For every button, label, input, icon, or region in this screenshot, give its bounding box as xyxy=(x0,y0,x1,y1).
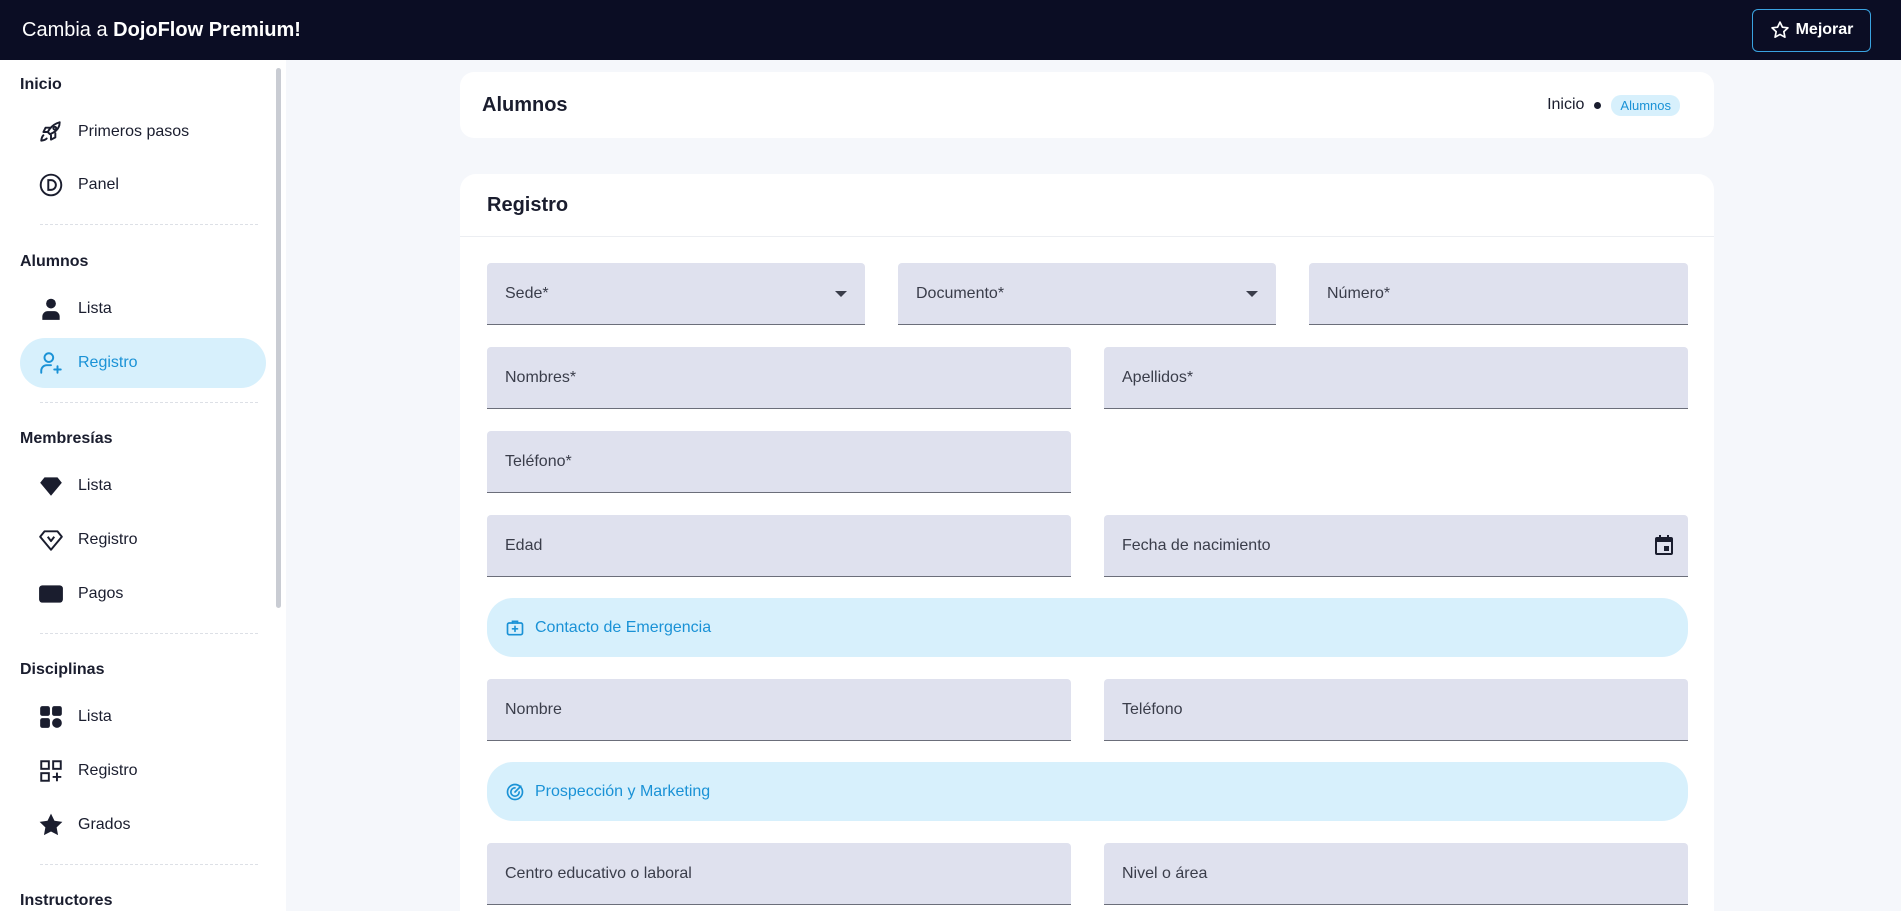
premium-banner-title: Cambia a DojoFlow Premium! xyxy=(22,18,301,41)
nivel-area-input[interactable]: Nivel o área xyxy=(1104,843,1688,905)
upgrade-button[interactable]: Mejorar xyxy=(1752,8,1871,52)
sede-select[interactable]: Sede* xyxy=(487,263,865,325)
contacto-nombre-input[interactable]: Nombre xyxy=(487,679,1071,741)
breadcrumb-current: Alumnos xyxy=(1611,94,1680,116)
diamond-outline-icon xyxy=(39,530,63,551)
user-icon xyxy=(42,298,60,320)
sidebar-item-membresias-lista[interactable]: Lista xyxy=(20,461,266,511)
apellidos-input[interactable]: Apellidos* xyxy=(1104,347,1688,409)
documento-select[interactable]: Documento* xyxy=(898,263,1276,325)
user-plus-icon xyxy=(40,352,62,374)
centro-educativo-input[interactable]: Centro educativo o laboral xyxy=(487,843,1071,905)
section-prospeccion-marketing: Prospección y Marketing xyxy=(487,762,1688,821)
sidebar-item-alumnos-lista[interactable]: Lista xyxy=(20,284,266,334)
medical-kit-icon xyxy=(506,620,524,635)
page-title: Alumnos xyxy=(482,93,568,116)
chevron-down-icon xyxy=(1246,291,1258,297)
sidebar-item-disciplinas-lista[interactable]: Lista xyxy=(20,692,266,742)
sidebar-item-disciplinas-registro[interactable]: Registro xyxy=(20,746,266,796)
card-icon xyxy=(39,585,63,603)
sidebar-divider xyxy=(40,402,258,403)
sidebar-item-panel[interactable]: Panel xyxy=(20,160,266,210)
telefono-input[interactable]: Teléfono* xyxy=(487,431,1071,493)
breadcrumb-home[interactable]: Inicio xyxy=(1547,96,1584,114)
sidebar-item-alumnos-registro[interactable]: Registro xyxy=(20,338,266,388)
sidebar-section-membresias: Membresías xyxy=(20,430,113,447)
sidebar-section-inicio: Inicio xyxy=(20,76,62,93)
calendar-icon[interactable] xyxy=(1652,533,1676,557)
breadcrumb: Inicio Alumnos xyxy=(1547,94,1680,116)
nombres-input[interactable]: Nombres* xyxy=(487,347,1071,409)
star-outline-icon xyxy=(1770,21,1789,39)
target-icon xyxy=(506,783,524,800)
sidebar-divider xyxy=(40,864,258,865)
registration-form: Registro Sede* Documento* Número* Nombre… xyxy=(460,174,1714,911)
breadcrumb-separator xyxy=(1594,101,1602,109)
premium-banner: Cambia a DojoFlow Premium! Mejorar xyxy=(0,0,1901,60)
fecha-nacimiento-input[interactable]: Fecha de nacimiento xyxy=(1104,515,1688,577)
diamond-filled-icon xyxy=(40,477,62,496)
star-filled-icon xyxy=(39,813,63,836)
sidebar-section-alumnos: Alumnos xyxy=(20,253,89,270)
sidebar-item-membresias-pagos[interactable]: Pagos xyxy=(20,569,266,619)
sidebar-item-disciplinas-grados[interactable]: Grados xyxy=(20,800,266,850)
grid-icon xyxy=(40,706,62,728)
sidebar-scrollbar[interactable] xyxy=(276,68,281,608)
contacto-telefono-input[interactable]: Teléfono xyxy=(1104,679,1688,741)
page-header: Alumnos Inicio Alumnos xyxy=(460,72,1714,138)
sidebar-divider xyxy=(40,224,258,225)
chevron-down-icon xyxy=(835,291,847,297)
section-contacto-emergencia: Contacto de Emergencia xyxy=(487,598,1688,657)
sidebar-item-membresias-registro[interactable]: Registro xyxy=(20,515,266,565)
edad-input[interactable]: Edad xyxy=(487,515,1071,577)
form-title: Registro xyxy=(460,174,1714,237)
sidebar-item-primeros-pasos[interactable]: Primeros pasos xyxy=(20,107,266,157)
sidebar-section-disciplinas: Disciplinas xyxy=(20,661,105,678)
dashboard-d-icon xyxy=(39,173,63,197)
grid-plus-icon xyxy=(40,760,62,782)
rocket-icon xyxy=(40,121,61,142)
sidebar-section-instructores: Instructores xyxy=(20,892,113,909)
numero-input[interactable]: Número* xyxy=(1309,263,1688,325)
sidebar-divider xyxy=(40,633,258,634)
sidebar: Inicio Primeros pasos Panel Alumnos List… xyxy=(0,60,286,911)
